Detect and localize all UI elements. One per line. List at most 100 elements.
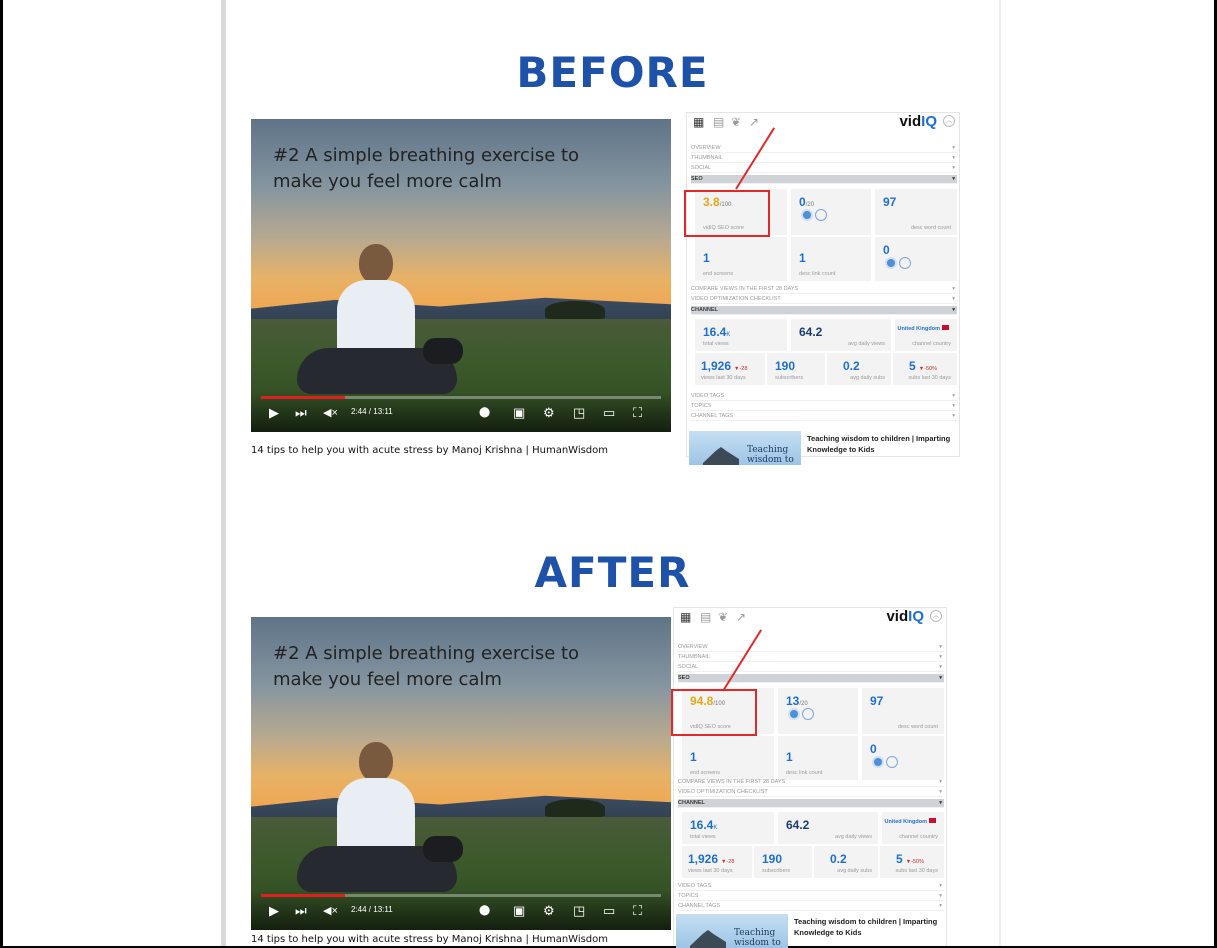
twitter-icon[interactable]: ❦ [731,115,741,129]
channel-country-card: United Kingdom channel country [895,319,957,351]
image-icon[interactable]: ▤ [700,610,711,624]
views-last-30-card: 1,926 ▼-28 views last 30 days [682,846,752,878]
subscribers-card: 190 subscribers [767,353,825,385]
views-last-30-card: 1,926 ▼-28 views last 30 days [695,353,765,385]
cards-info-icon [886,756,898,768]
document-page: BEFORE #2 A simple breathing exercise to… [221,0,1001,948]
theater-mode-icon[interactable]: ▭ [603,406,615,420]
after-heading: AFTER [534,548,691,597]
menu-thumbnail[interactable]: THUMBNAIL ▾ [678,653,944,662]
menu-social[interactable]: SOCIAL ▾ [678,663,944,672]
desc-link-count-card: 1 desc link count [778,736,858,780]
autoplay-toggle-icon[interactable]: ⬤ [479,904,490,918]
tags-score-card: 0/20 [791,189,871,235]
gear-icon[interactable]: ⚙ [543,406,555,420]
video-overlay-title: #2 A simple breathing exercise to make y… [273,643,580,690]
menu-optimization-checklist[interactable]: VIDEO OPTIMIZATION CHECKLIST ▾ [691,295,957,304]
menu-seo[interactable]: SEO ▾ [691,175,957,184]
desc-word-count-card: 97 desc word count [862,688,944,734]
play-icon[interactable]: ▶ [269,406,279,420]
desc-word-count-card: 97 desc word count [875,189,957,235]
collapse-icon[interactable]: ︿ [943,115,955,127]
menu-compare-views[interactable]: COMPARE VIEWS IN THE FIRST 28 DAYS ▾ [691,285,957,294]
gear-icon[interactable]: ⚙ [543,904,555,918]
meditating-person [297,742,463,902]
related-title[interactable]: Teaching wisdom to children | Imparting … [807,433,967,455]
volume-muted-icon[interactable]: ◀× [323,406,338,420]
tags-help-icon [802,708,814,720]
page-frame: BEFORE #2 A simple breathing exercise to… [3,0,1214,948]
twitter-icon[interactable]: ❦ [718,610,728,624]
cards-gauge-icon [885,257,897,269]
vidiq-logo: vidIQ [886,608,924,625]
avg-daily-subs-card: 0.2 avg daily subs [827,353,891,385]
related-title[interactable]: Teaching wisdom to children | Imparting … [794,916,954,938]
total-views-card: 16.4K total views [682,812,774,844]
next-icon[interactable]: ⏭ [295,904,307,918]
theater-mode-icon[interactable]: ▭ [603,904,615,918]
video-player[interactable]: #2 A simple breathing exercise to make y… [251,119,671,432]
panel-toolbar: ▦ ▤ ❦ ↗ vidIQ ︿ [691,113,955,133]
next-icon[interactable]: ⏭ [295,406,307,420]
end-screens-card: 1 end screens [682,736,774,780]
tags-help-icon [815,209,827,221]
video-progress-bar[interactable] [261,894,661,897]
related-video[interactable]: Teaching wisdom to Teaching wisdom to ch… [689,431,959,465]
end-screens-card: 1 end screens [695,237,787,281]
cards-info-icon [899,257,911,269]
fullscreen-icon[interactable]: ⛶ [633,904,642,918]
menu-overview[interactable]: OVERVIEW ▾ [691,144,957,153]
fullscreen-icon[interactable]: ⛶ [633,406,642,420]
tags-score-card: 13/20 [778,688,858,734]
video-tree [545,300,605,319]
related-thumbnail[interactable]: Teaching wisdom to [689,431,801,465]
trend-icon[interactable]: ↗ [736,610,746,624]
menu-video-tags[interactable]: VIDEO TAGS ▾ [678,882,944,891]
miniplayer-icon[interactable]: ◳ [573,406,585,420]
subs-last-30-card: 5 ▼-50% subs last 30 days [880,846,944,878]
menu-optimization-checklist[interactable]: VIDEO OPTIMIZATION CHECKLIST ▾ [678,788,944,797]
grid-icon[interactable]: ▦ [693,115,704,129]
subscribers-card: 190 subscribers [754,846,812,878]
cards-card: 0 [875,237,957,281]
panel-toolbar: ▦ ▤ ❦ ↗ vidIQ ︿ [678,608,942,628]
miniplayer-icon[interactable]: ◳ [573,904,585,918]
volume-muted-icon[interactable]: ◀× [323,904,338,918]
video-caption: 14 tips to help you with acute stress by… [251,934,609,945]
related-thumbnail[interactable]: Teaching wisdom to [676,914,788,948]
subtitles-icon[interactable]: ▣ [513,406,525,420]
video-controls: ▶ ⏭ ◀× 2:44 / 13:11 ⬤ ▣ ⚙ ◳ ▭ ⛶ [251,392,671,432]
menu-video-tags[interactable]: VIDEO TAGS ▾ [691,392,957,401]
menu-channel-tags[interactable]: CHANNEL TAGS ▾ [678,902,944,911]
subtitles-icon[interactable]: ▣ [513,904,525,918]
related-video[interactable]: Teaching wisdom to Teaching wisdom to ch… [676,914,946,948]
avg-daily-views-card: 64.2 avg daily views [791,319,891,351]
menu-channel[interactable]: CHANNEL ▾ [691,306,957,315]
trend-icon[interactable]: ↗ [749,115,759,129]
video-time: 2:44 / 13:11 [351,905,393,914]
image-icon[interactable]: ▤ [713,115,724,129]
video-controls: ▶ ⏭ ◀× 2:44 / 13:11 ⬤ ▣ ⚙ ◳ ▭ ⛶ [251,890,671,930]
tags-gauge-icon [788,708,800,720]
grid-icon[interactable]: ▦ [680,610,691,624]
menu-social[interactable]: SOCIAL ▾ [691,164,957,173]
autoplay-toggle-icon[interactable]: ⬤ [479,406,490,420]
play-icon[interactable]: ▶ [269,904,279,918]
menu-seo[interactable]: SEO ▾ [678,674,944,683]
menu-compare-views[interactable]: COMPARE VIEWS IN THE FIRST 28 DAYS ▾ [678,778,944,787]
menu-thumbnail[interactable]: THUMBNAIL ▾ [691,154,957,163]
video-player[interactable]: #2 A simple breathing exercise to make y… [251,617,671,930]
video-progress-bar[interactable] [261,396,661,399]
menu-topics[interactable]: TOPICS ▾ [691,402,957,411]
menu-channel[interactable]: CHANNEL ▾ [678,799,944,808]
desc-link-count-card: 1 desc link count [791,237,871,281]
menu-topics[interactable]: TOPICS ▾ [678,892,944,901]
collapse-icon[interactable]: ︿ [930,610,942,622]
video-caption: 14 tips to help you with acute stress by… [251,445,609,456]
avg-daily-subs-card: 0.2 avg daily subs [814,846,878,878]
menu-overview[interactable]: OVERVIEW ▾ [678,643,944,652]
meditating-person [297,244,463,404]
seo-score-highlight-box [684,190,770,237]
menu-channel-tags[interactable]: CHANNEL TAGS ▾ [691,412,957,421]
cards-gauge-icon [872,756,884,768]
